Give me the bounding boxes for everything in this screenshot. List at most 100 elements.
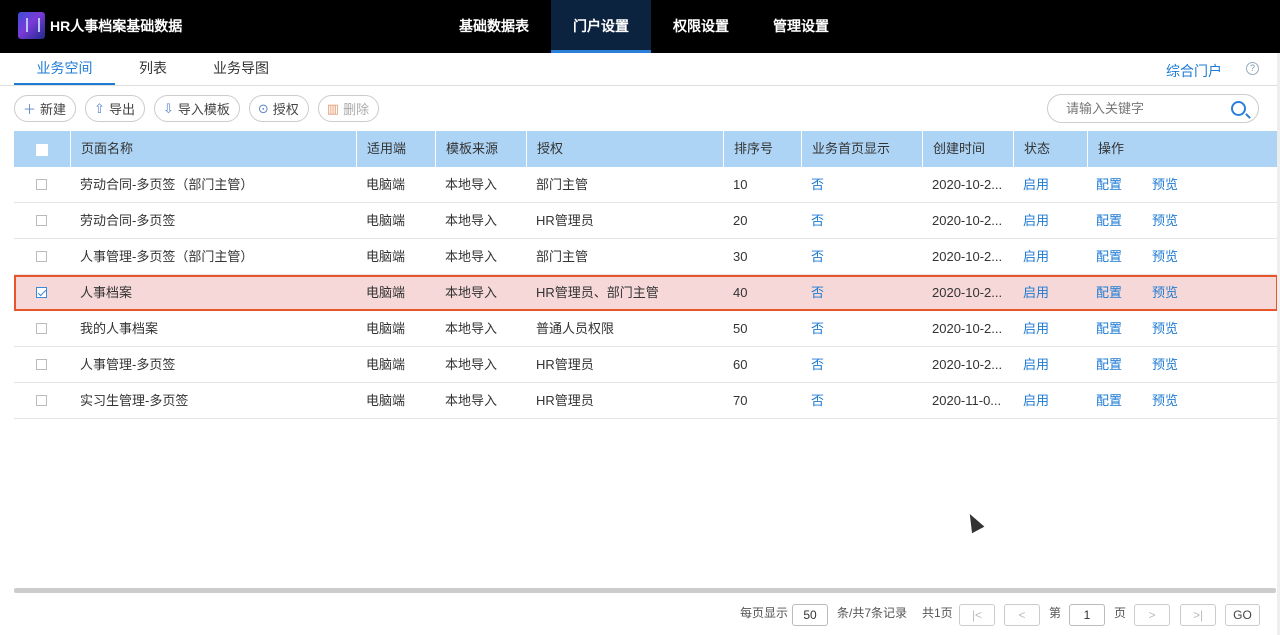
next-page-button[interactable]: > — [1134, 604, 1170, 626]
column-header-created-time[interactable]: 创建时间 — [922, 131, 1013, 167]
row-checkbox-cell — [14, 275, 70, 311]
horizontal-scrollbar[interactable] — [14, 588, 1276, 593]
status-toggle-link[interactable]: 启用 — [1023, 213, 1049, 228]
topnav-item-management-settings[interactable]: 管理设置 — [751, 0, 851, 53]
config-link[interactable]: 配置 — [1096, 203, 1122, 239]
home-display-toggle[interactable]: 否 — [811, 393, 824, 408]
column-header-actions: 操作 — [1087, 131, 1278, 167]
preview-link[interactable]: 预览 — [1152, 311, 1178, 347]
status-toggle-link[interactable]: 启用 — [1023, 393, 1049, 408]
row-home-display: 否 — [801, 347, 922, 383]
go-button[interactable]: GO — [1225, 604, 1260, 626]
config-link[interactable]: 配置 — [1096, 167, 1122, 203]
tab-list[interactable]: 列表 — [126, 53, 180, 85]
row-authorization: HR管理员、部门主管 — [536, 285, 659, 300]
per-page-input[interactable]: 50 — [792, 604, 828, 626]
config-link[interactable]: 配置 — [1096, 275, 1122, 311]
row-created-time: 2020-10-2... — [932, 213, 1003, 228]
column-header-auth[interactable]: 授权 — [526, 131, 723, 167]
row-checkbox[interactable] — [36, 395, 47, 406]
home-display-toggle[interactable]: 否 — [811, 357, 824, 372]
preview-link[interactable]: 预览 — [1152, 275, 1178, 311]
config-link[interactable]: 配置 — [1096, 239, 1122, 275]
delete-button[interactable]: ▥ 删除 — [317, 95, 380, 122]
row-home-display: 否 — [801, 239, 922, 275]
row-order-number: 10 — [733, 177, 748, 192]
row-home-display: 否 — [801, 311, 922, 347]
config-link[interactable]: 配置 — [1096, 383, 1122, 419]
column-header-order[interactable]: 排序号 — [723, 131, 801, 167]
column-header-home-display[interactable]: 业务首页显示 — [801, 131, 922, 167]
page-number-input[interactable]: 1 — [1069, 604, 1105, 626]
home-display-toggle[interactable]: 否 — [811, 213, 824, 228]
import-icon: ⇩ — [162, 100, 174, 116]
home-display-toggle[interactable]: 否 — [811, 177, 824, 192]
row-checkbox[interactable] — [36, 179, 47, 190]
row-checkbox[interactable] — [36, 323, 47, 334]
row-checkbox[interactable] — [36, 251, 47, 262]
row-order-number: 70 — [733, 393, 748, 408]
status-toggle-link[interactable]: 启用 — [1023, 357, 1049, 372]
status-toggle-link[interactable]: 启用 — [1023, 321, 1049, 336]
status-toggle-link[interactable]: 启用 — [1023, 285, 1049, 300]
table-row[interactable]: 人事管理-多页签 电脑端 本地导入 HR管理员 60 否 2020-10-2... 启用 配置预… — [14, 347, 1278, 383]
table-row[interactable]: 人事档案 电脑端 本地导入 HR管理员、部门主管 40 否 2020-10-2... 启用 配置… — [14, 275, 1278, 311]
select-all-checkbox[interactable] — [36, 144, 48, 156]
table-row[interactable]: 人事管理-多页签（部门主管） 电脑端 本地导入 部门主管 30 否 2020-10-2...… — [14, 239, 1278, 275]
column-header-name[interactable]: 页面名称 — [70, 131, 356, 167]
row-checkbox-cell — [14, 347, 70, 383]
row-checkbox[interactable] — [36, 215, 47, 226]
row-checkbox[interactable] — [36, 287, 47, 298]
config-link[interactable]: 配置 — [1096, 311, 1122, 347]
first-page-button[interactable]: |< — [959, 604, 995, 626]
preview-link[interactable]: 预览 — [1152, 347, 1178, 383]
tab-business-map[interactable]: 业务导图 — [200, 53, 282, 85]
export-button[interactable]: ⇧ 导出 — [85, 95, 145, 122]
new-button[interactable]: ＋新建 — [14, 95, 77, 122]
row-checkbox-cell — [14, 239, 70, 275]
column-header-status[interactable]: 状态 — [1013, 131, 1087, 167]
table-row[interactable]: 我的人事档案 电脑端 本地导入 普通人员权限 50 否 2020-10-2... 启用 配置 预览 — [14, 311, 1278, 347]
preview-link[interactable]: 预览 — [1152, 203, 1178, 239]
row-status: 启用 — [1013, 275, 1087, 311]
table-row[interactable]: 劳动合同-多页签（部门主管） 电脑端 本地导入 部门主管 10 否 2020-10-2...… — [14, 167, 1278, 203]
status-toggle-link[interactable]: 启用 — [1023, 177, 1049, 192]
topnav-item-portal-settings[interactable]: 门户设置 — [551, 0, 651, 53]
last-page-button[interactable]: >| — [1180, 604, 1216, 626]
trash-icon: ▥ — [326, 100, 340, 116]
row-actions: 配置 预览 — [1087, 383, 1278, 419]
status-toggle-link[interactable]: 启用 — [1023, 249, 1049, 264]
table-row[interactable]: 实习生管理-多页签 电脑端 本地导入 HR管理员 70 否 2020-11-0... 启用 配置… — [14, 383, 1278, 419]
export-button-label: 导出 — [108, 102, 135, 117]
row-authorization: 部门主管 — [536, 249, 589, 264]
table-row[interactable]: 劳动合同-多页签 电脑端 本地导入 HR管理员 20 否 2020-10-2... 启用 配置预… — [14, 203, 1278, 239]
mouse-cursor-icon — [964, 512, 984, 532]
topnav-item-basic-data[interactable]: 基础数据表 — [437, 0, 551, 53]
delete-button-label: 删除 — [343, 102, 370, 117]
row-home-display: 否 — [801, 383, 922, 419]
prev-page-button[interactable]: < — [1004, 604, 1040, 626]
column-header-terminal[interactable]: 适用端 — [356, 131, 435, 167]
authorize-button-label: 授权 — [272, 102, 299, 117]
import-template-button[interactable]: ⇩ 导入模板 — [153, 95, 240, 122]
row-created-time: 2020-10-2... — [932, 357, 1003, 372]
preview-link[interactable]: 预览 — [1152, 167, 1178, 203]
tab-business-space[interactable]: 业务空间 — [14, 53, 115, 85]
config-link[interactable]: 配置 — [1096, 347, 1122, 383]
table-body: 劳动合同-多页签（部门主管） 电脑端 本地导入 部门主管 10 否 2020-10-2...… — [14, 167, 1278, 419]
search-icon[interactable] — [1231, 101, 1246, 116]
topnav-item-permission-settings[interactable]: 权限设置 — [651, 0, 751, 53]
authorize-button[interactable]: ⊙ 授权 — [248, 95, 309, 122]
home-display-toggle[interactable]: 否 — [811, 321, 824, 336]
help-icon[interactable]: ? — [1246, 62, 1259, 75]
preview-link[interactable]: 预览 — [1152, 239, 1178, 275]
key-icon: ⊙ — [257, 100, 269, 116]
portal-link[interactable]: 综合门户 — [1166, 61, 1222, 81]
row-checkbox[interactable] — [36, 359, 47, 370]
per-page-label: 每页显示 — [740, 606, 789, 620]
search-input[interactable] — [1066, 101, 1226, 116]
home-display-toggle[interactable]: 否 — [811, 249, 824, 264]
column-header-source[interactable]: 模板来源 — [435, 131, 526, 167]
preview-link[interactable]: 预览 — [1152, 383, 1178, 419]
home-display-toggle[interactable]: 否 — [811, 285, 824, 300]
